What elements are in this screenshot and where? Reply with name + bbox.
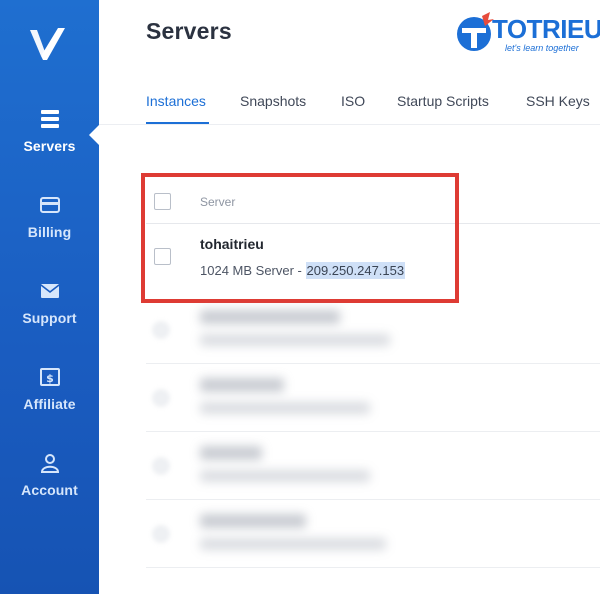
sidebar-item-affiliate[interactable]: $ Affiliate [0,366,99,412]
user-icon [40,454,59,473]
sidebar: Servers Billing Support $ Affiliate Acco… [0,0,99,594]
sidebar-item-label: Account [21,482,78,498]
servers-icon [40,110,59,128]
sidebar-item-billing[interactable]: Billing [0,194,99,240]
vultr-logo-icon[interactable] [27,24,69,64]
sidebar-item-servers[interactable]: Servers [0,108,99,154]
sidebar-item-label: Support [22,310,77,326]
tab-startup-scripts[interactable]: Startup Scripts [397,93,489,109]
tab-instances[interactable]: Instances [146,93,206,109]
annotation-highlight-box [141,173,459,303]
active-item-caret [89,125,99,145]
sidebar-item-account[interactable]: Account [0,452,99,498]
page-title: Servers [146,18,232,44]
tabs-divider [99,124,600,125]
envelope-icon [40,284,59,298]
sidebar-item-support[interactable]: Support [0,280,99,326]
blurred-table-row [146,432,600,500]
blurred-table-row [146,500,600,568]
tab-iso[interactable]: ISO [341,93,365,109]
blurred-table-row [146,296,600,364]
tab-ssh-keys[interactable]: SSH Keys [526,93,590,109]
sidebar-item-label: Affiliate [23,396,76,412]
brand-tagline: let's learn together [505,43,579,53]
dollar-bill-icon: $ [39,368,60,386]
brand-name: TOTRIEU [492,14,600,44]
sidebar-item-label: Billing [27,224,72,240]
sidebar-item-label: Servers [23,138,76,154]
credit-card-icon [39,197,60,213]
blurred-table-row [146,364,600,432]
svg-text:$: $ [46,372,54,385]
tab-snapshots[interactable]: Snapshots [240,93,306,109]
